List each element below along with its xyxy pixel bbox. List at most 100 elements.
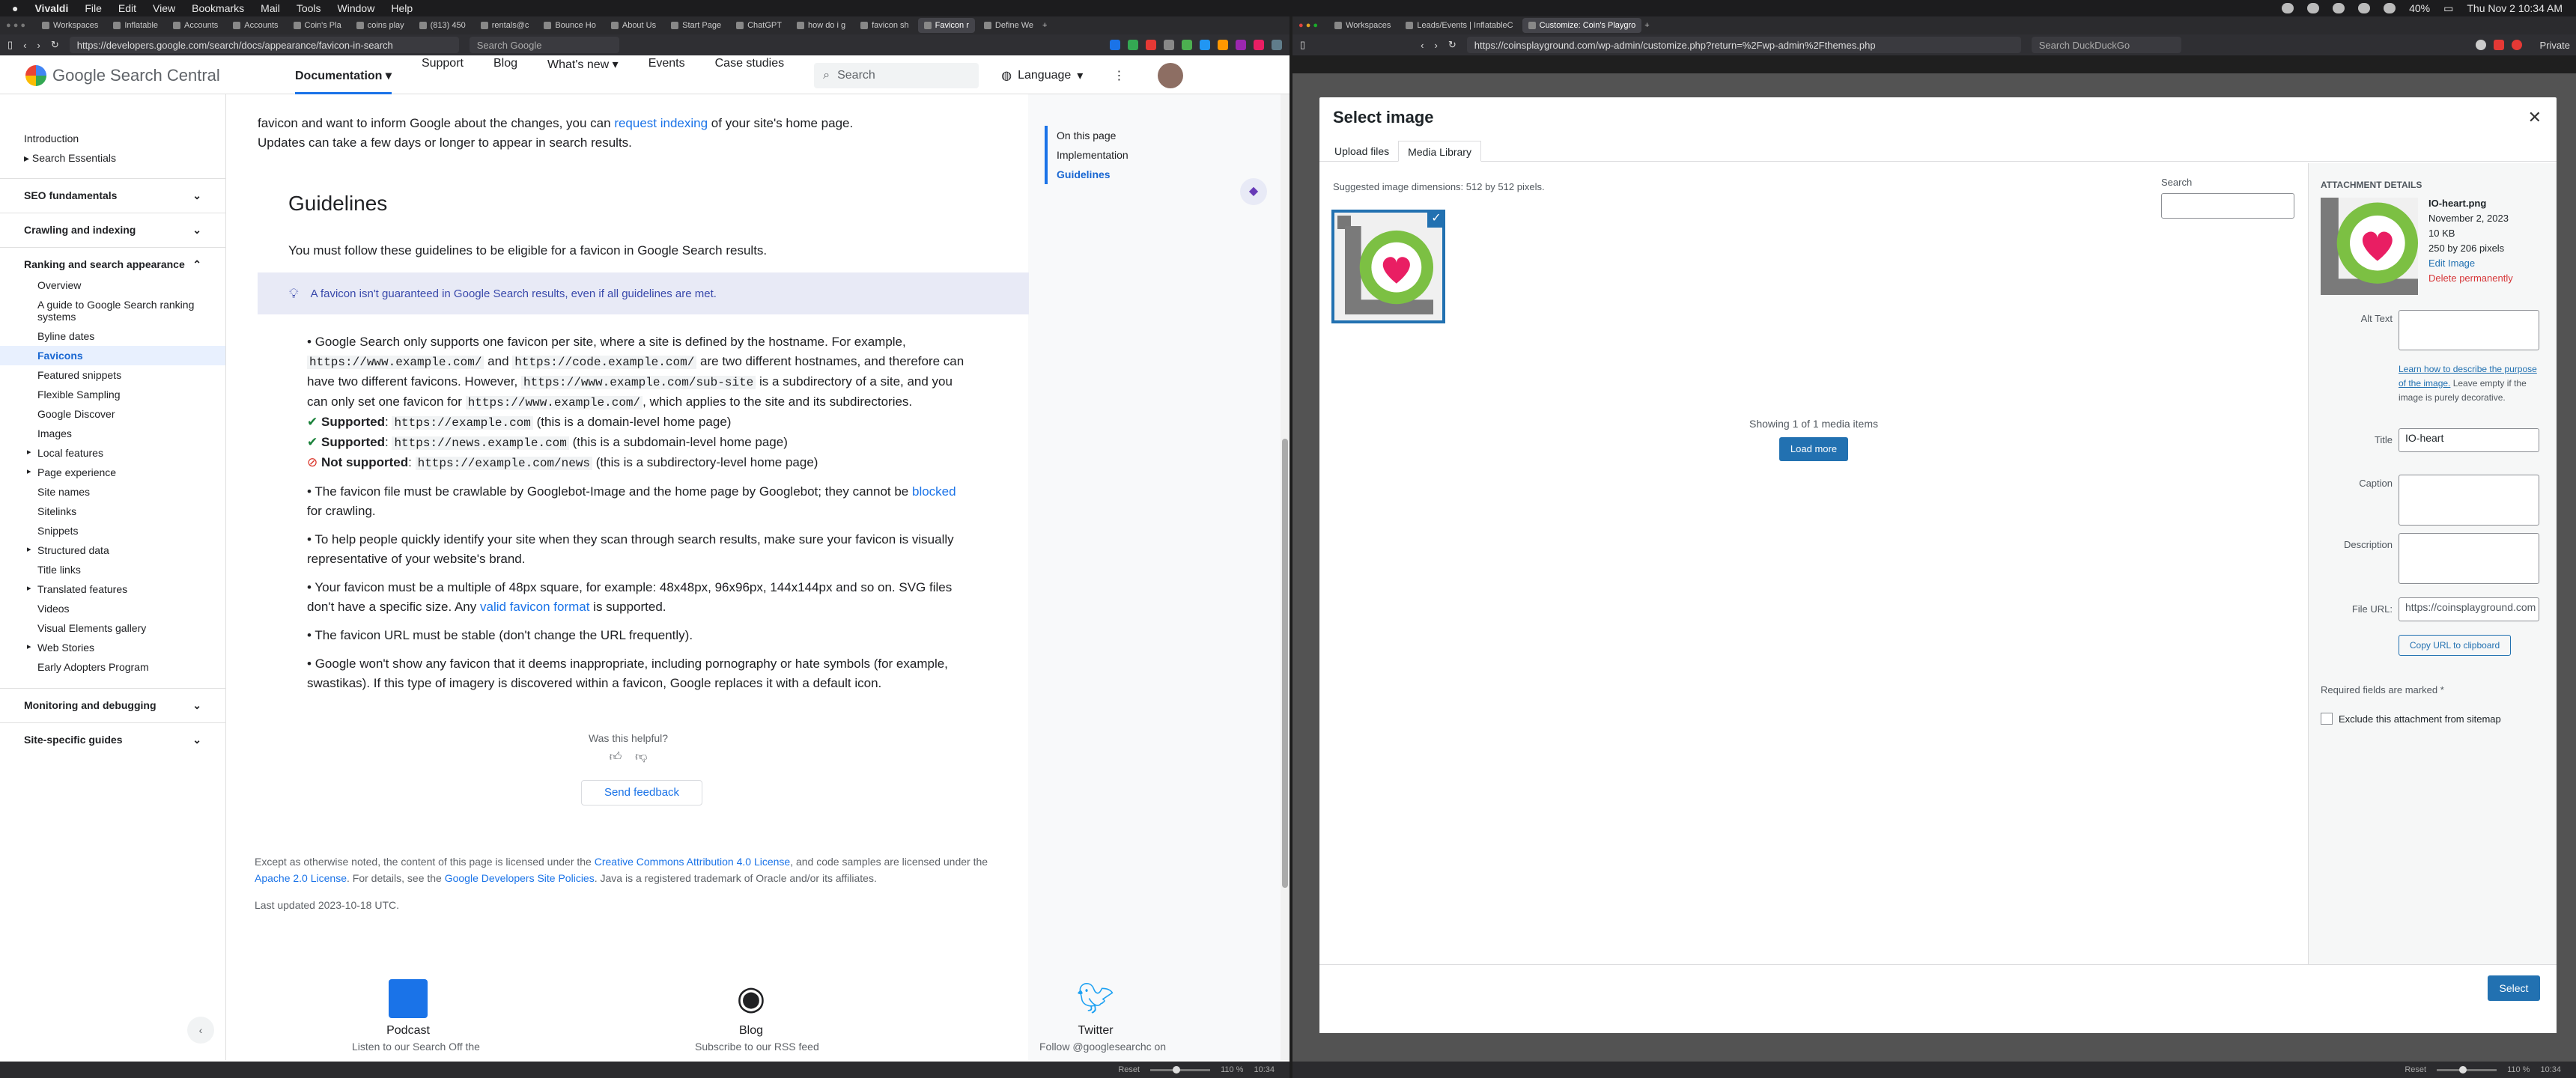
tab-media-library[interactable]: Media Library — [1398, 141, 1481, 162]
language-selector[interactable]: ◍ Language ▾ — [1001, 68, 1083, 83]
assistant-bubble-icon[interactable]: ◆ — [1240, 178, 1267, 205]
apple-icon[interactable]: ● — [12, 2, 18, 14]
extension-icon[interactable] — [1272, 40, 1282, 50]
menu-mail[interactable]: Mail — [261, 2, 280, 14]
site-policies-link[interactable]: Google Developers Site Policies — [445, 872, 595, 884]
toc-item-guidelines[interactable]: Guidelines — [1057, 165, 1128, 184]
wifi-icon[interactable] — [2384, 3, 2396, 13]
status-icon[interactable] — [2282, 3, 2294, 13]
exclude-sitemap-row[interactable]: Exclude this attachment from sitemap — [2321, 713, 2501, 725]
collapse-sidebar-button[interactable]: ‹ — [187, 1017, 214, 1044]
sidebar-item-overview[interactable]: Overview — [0, 275, 225, 295]
window-controls[interactable]: ● ● ● — [6, 21, 25, 30]
footer-podcast[interactable]: Podcast Listen to our Search Off the — [352, 979, 480, 1053]
sidebar-item-favicons[interactable]: Favicons — [0, 346, 225, 365]
close-icon[interactable]: ✕ — [2528, 108, 2542, 127]
media-thumbnail-selected[interactable]: ✓ — [1331, 210, 1445, 323]
sidebar-item-title-links[interactable]: Title links — [0, 560, 225, 579]
checkmark-icon[interactable]: ✓ — [1427, 210, 1445, 228]
tab-workspaces[interactable]: Workspaces — [1328, 18, 1397, 33]
extension-icon[interactable] — [1146, 40, 1156, 50]
extension-icon[interactable] — [2511, 40, 2522, 50]
zoom-reset[interactable]: Reset — [2405, 1065, 2426, 1074]
caption-field[interactable] — [2399, 475, 2539, 526]
media-search-input[interactable] — [2161, 193, 2294, 219]
status-icon[interactable] — [2307, 3, 2320, 13]
select-button[interactable]: Select — [2488, 975, 2540, 1001]
menu-help[interactable]: Help — [391, 2, 413, 14]
sidebar-item-introduction[interactable]: Introduction — [0, 129, 225, 148]
extension-icon[interactable] — [2475, 40, 2486, 50]
reload-icon[interactable]: ↻ — [1448, 39, 1456, 51]
new-tab-icon[interactable]: + — [1644, 21, 1649, 30]
more-menu-icon[interactable]: ⋮ — [1113, 68, 1125, 83]
sidebar-section-ranking[interactable]: Ranking and search appearance ⌃ — [0, 247, 225, 275]
footer-twitter[interactable]: 🐦︎ Twitter Follow @googlesearchc on — [1039, 979, 1166, 1053]
tab[interactable]: rentals@c — [475, 18, 535, 33]
tab-active[interactable]: Favicon r — [917, 18, 975, 33]
title-field[interactable]: IO-heart — [2399, 428, 2539, 452]
description-field[interactable] — [2399, 533, 2539, 584]
tab[interactable]: Inflatable — [107, 18, 164, 33]
window-controls[interactable]: ● ● ● — [1298, 21, 1318, 30]
cc-license-link[interactable]: Creative Commons Attribution 4.0 License — [595, 856, 790, 868]
sidebar-item-web-stories[interactable]: Web Stories — [0, 638, 225, 657]
sidebar-section-monitoring[interactable]: Monitoring and debugging ⌄ — [0, 688, 225, 722]
nav-documentation[interactable]: Documentation ▾ — [295, 68, 392, 94]
footer-blog[interactable]: ◉ Blog Subscribe to our RSS feed — [695, 979, 819, 1053]
sidebar-item-sitelinks[interactable]: Sitelinks — [0, 502, 225, 521]
sidebar-section-crawling[interactable]: Crawling and indexing ⌄ — [0, 213, 225, 247]
send-feedback-button[interactable]: Send feedback — [581, 780, 702, 806]
sidebar-item-page-experience[interactable]: Page experience — [0, 463, 225, 482]
tab[interactable]: favicon sh — [854, 18, 915, 33]
sidebar-item-videos[interactable]: Videos — [0, 599, 225, 618]
url-field[interactable]: https://coinsplayground.com/wp-admin/cus… — [1466, 37, 2021, 53]
clock[interactable]: Thu Nov 2 10:34 AM — [2467, 2, 2563, 14]
page-scrollbar[interactable] — [1281, 94, 1289, 1060]
status-icon[interactable] — [2333, 3, 2345, 13]
app-menu-vivaldi[interactable]: Vivaldi — [34, 2, 68, 14]
panel-toggle-icon[interactable]: ▯ — [1300, 39, 1305, 51]
thumbs-up-icon[interactable]: 👍︎ — [610, 751, 622, 764]
reload-icon[interactable]: ↻ — [51, 39, 59, 51]
zoom-reset[interactable]: Reset — [1118, 1065, 1140, 1074]
sidebar-item-site-names[interactable]: Site names — [0, 482, 225, 502]
tab[interactable]: Bounce Ho — [538, 18, 601, 33]
sidebar-item-byline-dates[interactable]: Byline dates — [0, 326, 225, 346]
battery-icon[interactable]: ▭ — [2443, 2, 2453, 15]
menu-view[interactable]: View — [153, 2, 175, 14]
load-more-button[interactable]: Load more — [1779, 437, 1848, 461]
tab[interactable]: Accounts — [227, 18, 284, 33]
back-icon[interactable]: ‹ — [1421, 40, 1424, 51]
site-search-input[interactable]: ⌕ Search — [814, 62, 979, 88]
nav-events[interactable]: Events — [648, 57, 685, 94]
menu-file[interactable]: File — [85, 2, 102, 14]
sidebar-item-translated-features[interactable]: Translated features — [0, 579, 225, 599]
nav-case-studies[interactable]: Case studies — [715, 57, 785, 94]
extension-icon[interactable] — [1218, 40, 1228, 50]
sidebar-item-google-discover[interactable]: Google Discover — [0, 404, 225, 424]
apache-license-link[interactable]: Apache 2.0 License — [255, 872, 347, 884]
tab[interactable]: how do i g — [791, 18, 851, 33]
tab[interactable]: Start Page — [665, 18, 727, 33]
valid-favicon-format-link[interactable]: valid favicon format — [480, 600, 589, 614]
search-field[interactable]: Search DuckDuckGo — [2031, 37, 2181, 53]
panel-toggle-icon[interactable]: ▯ — [7, 39, 13, 51]
sidebar-item-snippets[interactable]: Snippets — [0, 521, 225, 540]
blocked-link[interactable]: blocked — [912, 484, 956, 499]
zoom-slider[interactable] — [1150, 1065, 1211, 1074]
tab[interactable]: (813) 450 — [413, 18, 472, 33]
sidebar-section-seo[interactable]: SEO fundamentals ⌄ — [0, 178, 225, 213]
sidebar-item-flexible-sampling[interactable]: Flexible Sampling — [0, 385, 225, 404]
new-tab-icon[interactable]: + — [1042, 21, 1047, 30]
copy-url-button[interactable]: Copy URL to clipboard — [2399, 635, 2511, 656]
nav-whats-new[interactable]: What's new ▾ — [547, 57, 619, 94]
nav-support[interactable]: Support — [422, 57, 464, 94]
sidebar-item-early-adopters[interactable]: Early Adopters Program — [0, 657, 225, 688]
tab[interactable]: Leads/Events | InflatableC — [1400, 18, 1519, 33]
zoom-slider[interactable] — [2437, 1065, 2497, 1074]
exclude-sitemap-checkbox[interactable] — [2321, 713, 2333, 725]
sidebar-section-site-specific[interactable]: Site-specific guides ⌄ — [0, 722, 225, 757]
sidebar-item-images[interactable]: Images — [0, 424, 225, 443]
nav-blog[interactable]: Blog — [493, 57, 517, 94]
